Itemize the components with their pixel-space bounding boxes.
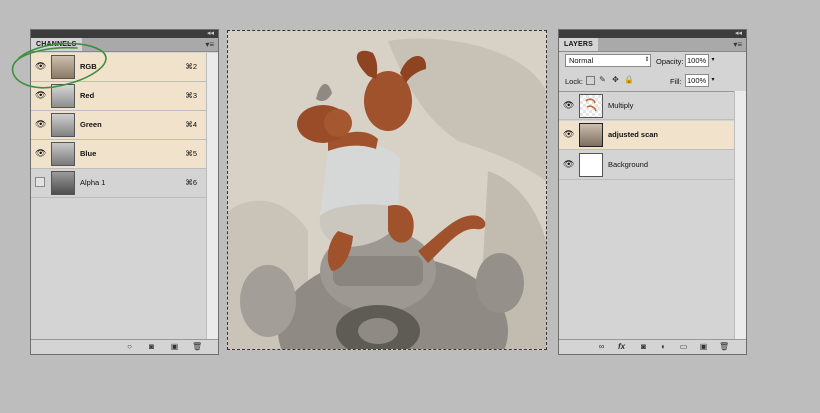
channel-shortcut: ⌘3 [185,91,197,100]
new-layer-icon[interactable]: ▣ [699,342,708,351]
collapse-panel-icon[interactable]: ◂◂ [207,29,214,38]
layers-panel-header: ◂◂ [559,30,746,38]
layers-tabbar: LAYERS ▾≡ [559,38,746,52]
opacity-value: 100% [687,56,707,65]
artwork-image [228,31,546,349]
panel-menu-icon[interactable]: ▾≡ [205,40,214,49]
eye-icon[interactable]: 👁 [563,159,574,170]
blend-mode-stepper-icon[interactable]: ⇕ [643,54,651,66]
layers-panel: ◂◂ LAYERS ▾≡ Normal ⇕ Opacity: 100% ▾ Lo… [558,29,747,355]
trash-icon[interactable]: 🗑 [192,342,202,351]
eye-icon[interactable]: 👁 [563,100,574,111]
opacity-field[interactable]: 100% [685,54,709,67]
channel-shortcut: ⌘5 [185,149,197,158]
channel-label: Alpha 1 [80,178,106,187]
load-channel-as-selection-icon[interactable]: ○ [125,342,134,351]
channels-footer: ○ ◙ ▣ 🗑 [31,339,218,354]
layer-row-adjusted-scan[interactable]: 👁 adjusted scan [559,121,734,150]
layers-scrollbar[interactable] [734,91,746,340]
layer-thumbnail [579,123,603,147]
layer-thumbnail [579,94,603,118]
layer-row-background[interactable]: 👁 Background [559,151,734,180]
layer-style-fx-icon[interactable]: fx [617,342,626,351]
channel-row-blue[interactable]: 👁 Blue ⌘5 [31,140,206,169]
channels-panel: ◂◂ CHANNELS ▾≡ 👁 RGB ⌘2 👁 Red ⌘3 👁 Green… [11,29,219,355]
channel-shortcut: ⌘6 [185,178,197,187]
channel-thumbnail [51,113,75,137]
link-layers-icon[interactable]: ∞ [597,342,606,351]
channel-label: Green [80,120,102,129]
eye-icon[interactable]: 👁 [35,148,46,159]
visibility-toggle-empty[interactable] [35,177,45,187]
lock-transparent-pixels-icon[interactable] [586,76,595,85]
opacity-dropdown-icon[interactable]: ▾ [709,54,717,66]
eye-icon[interactable]: 👁 [563,129,574,140]
save-selection-as-channel-icon[interactable]: ◙ [147,342,156,351]
blend-mode-value: Normal [569,56,594,65]
lock-all-icon[interactable]: 🔒 [624,75,634,84]
layers-footer: ∞ fx ◙ ◐ ▭ ▣ 🗑 [559,339,746,354]
channel-row-alpha-1[interactable]: Alpha 1 ⌘6 [31,169,206,198]
blend-mode-select[interactable]: Normal [565,54,651,67]
channels-scrollbar[interactable] [206,53,218,340]
add-mask-icon[interactable]: ◙ [639,342,648,351]
annotation-circle [11,42,107,89]
channel-shortcut: ⌘4 [185,120,197,129]
channel-thumbnail [51,171,75,195]
layer-thumbnail [579,153,603,177]
layer-label: Multiply [608,101,634,110]
channel-thumbnail [51,142,75,166]
eye-icon[interactable]: 👁 [35,119,46,130]
fill-dropdown-icon[interactable]: ▾ [709,74,717,86]
new-channel-icon[interactable]: ▣ [170,342,179,351]
layer-label: adjusted scan [608,130,659,139]
channel-shortcut: ⌘2 [185,62,197,71]
fill-field[interactable]: 100% [685,74,709,87]
lock-position-icon[interactable]: ✥ [611,75,620,84]
layer-row-multiply[interactable]: 👁 Multiply [559,91,734,120]
opacity-label: Opacity: [656,57,684,66]
fill-value: 100% [687,76,707,85]
panel-menu-icon[interactable]: ▾≡ [733,40,742,49]
channel-label: Blue [80,149,97,158]
new-group-folder-icon[interactable]: ▭ [679,342,688,351]
layer-label: Background [608,160,649,169]
trash-icon[interactable]: 🗑 [719,342,729,351]
lock-label: Lock: [565,77,583,86]
document-canvas[interactable] [227,30,547,350]
fill-label: Fill: [670,77,682,86]
collapse-panel-icon[interactable]: ◂◂ [735,29,742,38]
adjustment-layer-icon[interactable]: ◐ [659,342,668,351]
channel-row-green[interactable]: 👁 Green ⌘4 [31,111,206,140]
lock-image-pixels-icon[interactable]: ✎ [598,75,607,84]
tab-layers[interactable]: LAYERS [559,38,598,51]
